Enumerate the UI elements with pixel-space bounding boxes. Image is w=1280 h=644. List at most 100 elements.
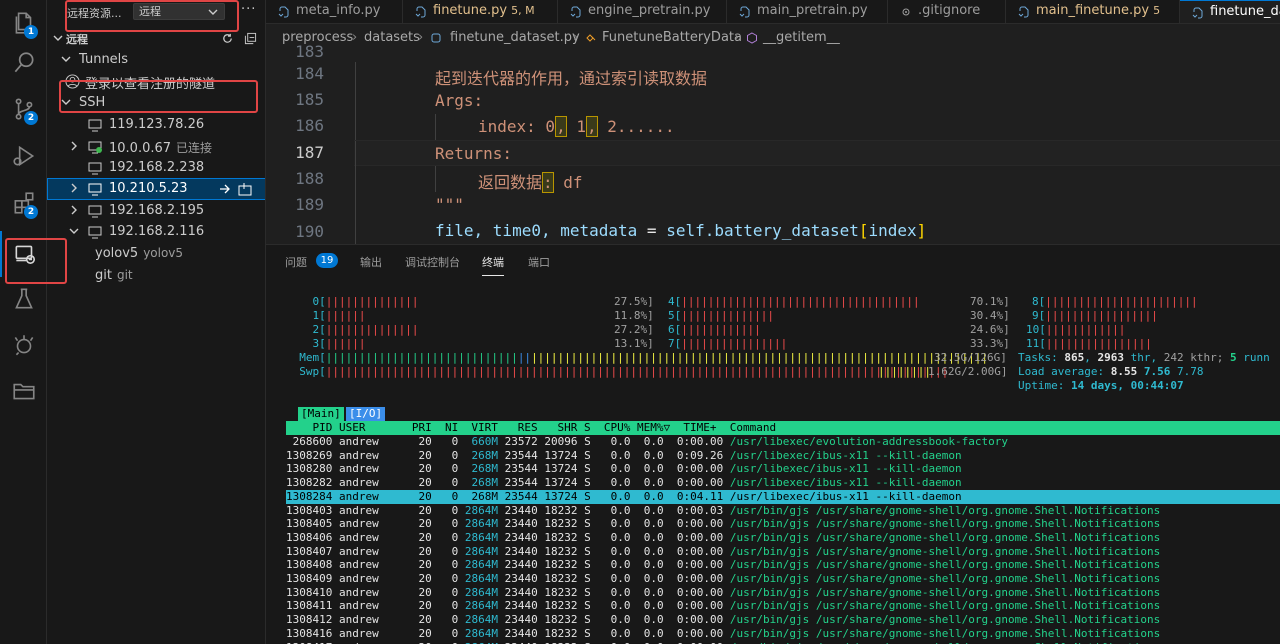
process-s: S xyxy=(577,489,591,503)
tunnels-node[interactable]: Tunnels xyxy=(47,49,265,71)
process-row[interactable]: 1308416 andrew 20 0 2864M 23440 18232 S … xyxy=(286,627,1280,641)
process-shr: 18232 xyxy=(537,530,578,544)
process-pid: 268600 xyxy=(286,435,339,448)
process-row[interactable]: 1308417 andrew 20 0 2864M 23440 18232 S … xyxy=(286,641,1280,644)
tab-debug-console[interactable]: 调试控制台 xyxy=(405,254,460,270)
connect-arrow-icon[interactable] xyxy=(218,182,232,196)
remote-folder-item[interactable]: yolov5 yolov5 xyxy=(47,243,265,265)
refresh-icon[interactable] xyxy=(221,32,234,45)
tab-label: main_pretrain.py xyxy=(757,3,868,18)
process-row[interactable]: 1308284 andrew 20 0 268M 23544 13724 S 0… xyxy=(286,489,1280,504)
cpu-bar: |||||||||||||||||||||||||||||||||||| xyxy=(681,295,920,308)
indent-guide xyxy=(355,166,356,192)
process-row[interactable]: 268600 andrew 20 0 660M 23572 20096 S 0.… xyxy=(286,435,1280,449)
folder-icon[interactable] xyxy=(0,368,47,414)
breadcrumb-item[interactable]: FunetuneBatteryData xyxy=(602,30,742,45)
swp-bar-cache: |||||||| xyxy=(878,365,931,378)
process-cpu: 0.0 xyxy=(590,585,631,599)
ssh-node[interactable]: SSH xyxy=(47,92,265,114)
tab-ports[interactable]: 端口 xyxy=(528,254,550,270)
process-row[interactable]: 1308411 andrew 20 0 2864M 23440 18232 S … xyxy=(286,599,1280,613)
process-row[interactable]: 1308282 andrew 20 0 268M 23544 13724 S 0… xyxy=(286,476,1280,490)
process-shr: 18232 xyxy=(537,572,578,585)
python-file-icon xyxy=(739,6,750,18)
process-time: 0:00.03 xyxy=(663,503,730,517)
ssh-host-item[interactable]: 192.168.2.238 xyxy=(47,157,265,179)
process-row[interactable]: 1308410 andrew 20 0 2864M 23440 18232 S … xyxy=(286,586,1280,600)
process-shr: 18232 xyxy=(537,517,578,531)
tab-terminal[interactable]: 终端 xyxy=(482,254,504,276)
run-debug-icon[interactable] xyxy=(0,133,47,179)
ssh-host-item[interactable]: 192.168.2.195 xyxy=(47,200,265,222)
process-list[interactable]: 268600 andrew 20 0 660M 23572 20096 S 0.… xyxy=(286,435,1280,644)
ssh-host-item[interactable]: 192.168.2.116 xyxy=(47,221,265,243)
ssh-host-item-selected[interactable]: 10.210.5.23 xyxy=(47,178,265,200)
process-mem: 0.0 xyxy=(630,517,664,531)
breadcrumb-item[interactable]: finetune_dataset.py xyxy=(450,30,580,45)
breadcrumb-item[interactable]: __getitem__ xyxy=(763,30,840,45)
process-row[interactable]: 1308408 andrew 20 0 2864M 23440 18232 S … xyxy=(286,558,1280,572)
process-cmd: /usr/bin/gjs /usr/share/gnome-shell/org.… xyxy=(729,613,1161,627)
tab-main-pretrain[interactable]: main_pretrain.py xyxy=(727,0,888,23)
testing-icon[interactable] xyxy=(0,276,47,322)
ssh-host-item[interactable]: 119.123.78.26 xyxy=(47,114,265,136)
process-user: andrew xyxy=(339,641,399,644)
process-row[interactable]: 1308406 andrew 20 0 2864M 23440 18232 S … xyxy=(286,531,1280,545)
terminal[interactable]: 0[|||||||||||||| 27.5%] 4[||||||||||||||… xyxy=(266,293,1280,644)
tab-engine-pretrain[interactable]: engine_pretrain.py xyxy=(558,0,727,23)
process-row[interactable]: 1308280 andrew 20 0 268M 23544 13724 S 0… xyxy=(286,462,1280,476)
tunnels-sign-in[interactable]: 登录以查看注册的隧道 xyxy=(47,70,265,92)
section-remote[interactable]: 远程 xyxy=(47,28,265,50)
code-line: index: 0, 1, 2...... xyxy=(354,114,1280,140)
process-cpu: 0.0 xyxy=(590,530,631,544)
breadcrumb-item[interactable]: datasets xyxy=(364,30,420,45)
process-row[interactable]: 1308407 andrew 20 0 2864M 23440 18232 S … xyxy=(286,545,1280,559)
code-editor[interactable]: 起到迭代器的作用，通过索引读取数据 Args: index: 0, 1, 2..… xyxy=(354,48,1280,244)
chevron-right-icon xyxy=(71,141,77,151)
anaconda-icon[interactable] xyxy=(0,322,47,368)
tab-output[interactable]: 输出 xyxy=(360,254,382,270)
swp-bar-used: ||||||||||||||||||||||||||||||||||||||||… xyxy=(325,365,946,378)
process-shr: 13724 xyxy=(537,462,578,476)
tab-label: engine_pretrain.py xyxy=(588,3,711,18)
ssh-host-label: 192.168.2.195 xyxy=(109,203,205,218)
ssh-host-label: 10.210.5.23 xyxy=(109,181,188,196)
process-row[interactable]: 1308405 andrew 20 0 2864M 23440 18232 S … xyxy=(286,517,1280,531)
remote-folder-item[interactable]: git git xyxy=(47,265,265,287)
tab-gitignore[interactable]: .gitignore xyxy=(888,0,1006,23)
process-ni: 0 xyxy=(431,572,459,585)
collapse-all-icon[interactable] xyxy=(244,32,257,45)
process-shr: 18232 xyxy=(537,626,578,640)
process-cpu: 0.0 xyxy=(590,503,631,517)
process-ni: 0 xyxy=(431,544,459,558)
tasks-label: Tasks: xyxy=(1018,351,1065,364)
line-number: 186 xyxy=(295,116,324,135)
extensions-icon[interactable]: 2 xyxy=(0,180,47,226)
ssh-host-item[interactable]: 10.0.0.67 已连接 xyxy=(47,136,265,158)
tab-finetune[interactable]: finetune.py 5, M xyxy=(403,0,558,23)
tab-finetune-dataset-active[interactable]: finetune_da xyxy=(1180,0,1280,23)
tab-main-finetune[interactable]: main_finetune.py 5 xyxy=(1006,0,1180,23)
uptime: Uptime: 14 days, 00:44:07 xyxy=(1018,379,1184,393)
process-row[interactable]: 1308403 andrew 20 0 2864M 23440 18232 S … xyxy=(286,504,1280,518)
process-user: andrew xyxy=(338,503,399,517)
chevron-right-icon xyxy=(71,183,77,193)
source-control-icon[interactable]: 2 xyxy=(0,86,47,132)
more-actions-icon[interactable]: ··· xyxy=(241,2,256,17)
process-s: S xyxy=(577,613,591,627)
remote-explorer-icon[interactable] xyxy=(0,231,47,277)
swap-meter-cache: |||||||| xyxy=(878,365,931,379)
search-icon[interactable] xyxy=(0,40,47,86)
process-row[interactable]: 1308269 andrew 20 0 268M 23544 13724 S 0… xyxy=(286,449,1280,463)
htop-tab-io[interactable]: [I/O] xyxy=(346,407,386,421)
process-row[interactable]: 1308412 andrew 20 0 2864M 23440 18232 S … xyxy=(286,613,1280,627)
open-new-window-icon[interactable] xyxy=(238,182,253,196)
process-shr: 13724 xyxy=(537,448,578,462)
process-table-header[interactable]: PID USER PRI NI VIRT RES SHR S CPU% MEM%… xyxy=(286,421,1280,435)
htop-tab-main[interactable]: [Main] xyxy=(298,407,344,421)
remote-type-select[interactable]: 远程 xyxy=(133,3,225,20)
cpu-pct: 27.5%] xyxy=(614,295,654,308)
tab-problems[interactable]: 问题 xyxy=(285,254,307,270)
process-row[interactable]: 1308409 andrew 20 0 2864M 23440 18232 S … xyxy=(286,572,1280,586)
tab-meta-info[interactable]: meta_info.py xyxy=(266,0,403,23)
